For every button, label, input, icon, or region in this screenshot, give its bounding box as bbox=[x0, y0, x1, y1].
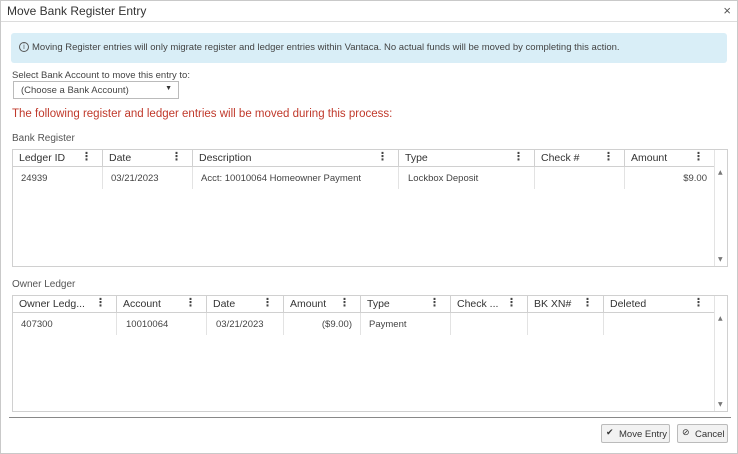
column-header-date[interactable]: Date ⋮ bbox=[103, 150, 193, 166]
column-menu-icon[interactable]: ⋮ bbox=[582, 296, 593, 309]
column-menu-icon[interactable]: ⋮ bbox=[429, 296, 440, 309]
cell-account: 10010064 bbox=[126, 319, 169, 330]
bank-account-select[interactable]: (Choose a Bank Account) ▼ bbox=[13, 81, 179, 99]
scroll-up-icon[interactable]: ▲ bbox=[718, 169, 723, 176]
bank-register-label: Bank Register bbox=[12, 133, 75, 144]
footer-divider bbox=[9, 417, 731, 418]
dialog-title: Move Bank Register Entry bbox=[7, 4, 147, 18]
column-menu-icon[interactable]: ⋮ bbox=[693, 296, 704, 309]
close-icon[interactable]: × bbox=[723, 3, 731, 18]
owner-ledger-header: Owner Ledg... ⋮ Account ⋮ Date ⋮ Amount … bbox=[13, 296, 715, 313]
column-header-description[interactable]: Description ⋮ bbox=[193, 150, 399, 166]
column-menu-icon[interactable]: ⋮ bbox=[377, 150, 388, 163]
bank-register-header: Ledger ID ⋮ Date ⋮ Description ⋮ Type ⋮ … bbox=[13, 150, 715, 167]
column-header-ledger-id[interactable]: Ledger ID ⋮ bbox=[13, 150, 103, 166]
table-row[interactable]: 407300 10010064 03/21/2023 ($9.00) Payme… bbox=[13, 313, 715, 335]
column-header-check[interactable]: Check ... ⋮ bbox=[451, 296, 528, 312]
column-header-owner-ledger[interactable]: Owner Ledg... ⋮ bbox=[13, 296, 117, 312]
table-row[interactable]: 24939 03/21/2023 Acct: 10010064 Homeowne… bbox=[13, 167, 715, 189]
caret-down-icon: ▼ bbox=[165, 85, 172, 92]
column-menu-icon[interactable]: ⋮ bbox=[693, 150, 704, 163]
column-header-type[interactable]: Type ⋮ bbox=[361, 296, 451, 312]
column-header-date[interactable]: Date ⋮ bbox=[207, 296, 284, 312]
scroll-down-icon[interactable]: ▼ bbox=[718, 401, 723, 408]
column-menu-icon[interactable]: ⋮ bbox=[506, 296, 517, 309]
cell-date: 03/21/2023 bbox=[216, 319, 264, 330]
cell-owner-ledger: 407300 bbox=[21, 319, 53, 330]
column-menu-icon[interactable]: ⋮ bbox=[95, 296, 106, 309]
column-header-amount[interactable]: Amount ⋮ bbox=[284, 296, 361, 312]
info-icon: i bbox=[19, 42, 29, 52]
column-menu-icon[interactable]: ⋮ bbox=[339, 296, 350, 309]
scroll-down-icon[interactable]: ▼ bbox=[718, 256, 723, 263]
column-header-type[interactable]: Type ⋮ bbox=[399, 150, 535, 166]
column-header-account[interactable]: Account ⋮ bbox=[117, 296, 207, 312]
column-menu-icon[interactable]: ⋮ bbox=[81, 150, 92, 163]
column-menu-icon[interactable]: ⋮ bbox=[262, 296, 273, 309]
column-menu-icon[interactable]: ⋮ bbox=[171, 150, 182, 163]
warning-message: The following register and ledger entrie… bbox=[12, 108, 393, 120]
bank-register-grid: Ledger ID ⋮ Date ⋮ Description ⋮ Type ⋮ … bbox=[12, 149, 728, 267]
move-entry-button[interactable]: ✔ Move Entry bbox=[601, 424, 670, 443]
owner-ledger-grid: Owner Ledg... ⋮ Account ⋮ Date ⋮ Amount … bbox=[12, 295, 728, 412]
info-banner: i Moving Register entries will only migr… bbox=[11, 33, 727, 63]
bank-account-select-value: (Choose a Bank Account) bbox=[21, 85, 129, 96]
bank-account-label: Select Bank Account to move this entry t… bbox=[12, 70, 190, 81]
check-icon: ✔ bbox=[606, 428, 614, 438]
cell-date: 03/21/2023 bbox=[111, 173, 159, 184]
cancel-button[interactable]: ⊘ Cancel bbox=[677, 424, 728, 443]
column-header-amount[interactable]: Amount ⋮ bbox=[625, 150, 715, 166]
cancel-circle-icon: ⊘ bbox=[682, 428, 690, 438]
cell-amount: $9.00 bbox=[683, 173, 707, 184]
column-header-deleted[interactable]: Deleted ⋮ bbox=[604, 296, 715, 312]
owner-ledger-scrollbar[interactable]: ▲ ▼ bbox=[714, 296, 727, 411]
move-bank-register-entry-dialog: Move Bank Register Entry × i Moving Regi… bbox=[0, 0, 738, 454]
cell-description: Acct: 10010064 Homeowner Payment bbox=[201, 173, 362, 184]
scroll-up-icon[interactable]: ▲ bbox=[718, 315, 723, 322]
info-message: Moving Register entries will only migrat… bbox=[32, 42, 620, 53]
cancel-label: Cancel bbox=[695, 429, 725, 440]
column-header-check-number[interactable]: Check # ⋮ bbox=[535, 150, 625, 166]
column-menu-icon[interactable]: ⋮ bbox=[185, 296, 196, 309]
cell-amount: ($9.00) bbox=[321, 319, 352, 330]
cell-ledger-id: 24939 bbox=[21, 173, 48, 184]
column-menu-icon[interactable]: ⋮ bbox=[513, 150, 524, 163]
bank-register-scrollbar[interactable]: ▲ ▼ bbox=[714, 150, 727, 266]
cell-type: Lockbox Deposit bbox=[408, 173, 479, 184]
move-entry-label: Move Entry bbox=[619, 429, 668, 440]
column-header-bk-xn[interactable]: BK XN# ⋮ bbox=[528, 296, 604, 312]
owner-ledger-label: Owner Ledger bbox=[12, 279, 76, 290]
cell-type: Payment bbox=[369, 319, 407, 330]
column-menu-icon[interactable]: ⋮ bbox=[603, 150, 614, 163]
dialog-titlebar: Move Bank Register Entry × bbox=[1, 1, 737, 22]
